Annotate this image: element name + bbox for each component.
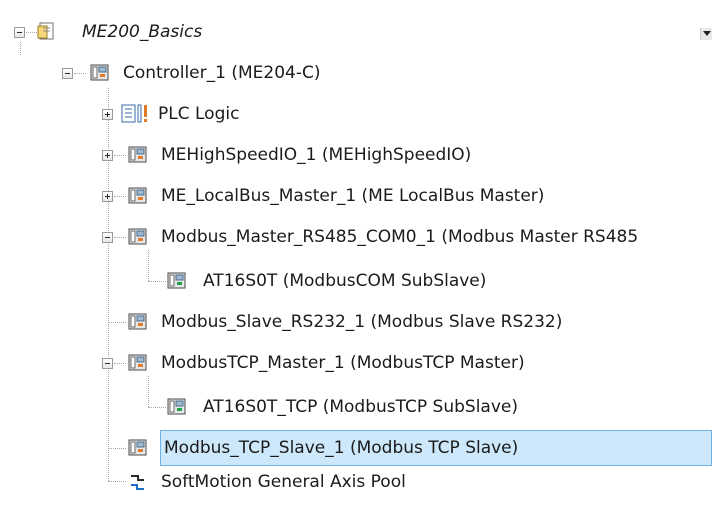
device-icon <box>128 227 147 246</box>
tree-item-label: ME200_Basics <box>82 22 203 42</box>
expand-icon[interactable] <box>102 191 113 202</box>
tree-item-me200-basics[interactable]: ME200_Basics <box>0 14 712 50</box>
tree-line <box>114 196 126 197</box>
collapse-icon[interactable] <box>14 27 25 38</box>
tree-line <box>114 237 126 238</box>
tree-item-at16s0t-tcp[interactable]: AT16S0T_TCP (ModbusTCP SubSlave) <box>0 389 712 425</box>
tree-item-controller[interactable]: Controller_1 (ME204-C) <box>0 55 712 91</box>
tree-item-label: MEHighSpeedIO_1 (MEHighSpeedIO) <box>161 145 472 165</box>
device-icon <box>128 312 147 331</box>
tree-line <box>108 322 126 323</box>
controller-icon <box>90 63 109 82</box>
tree-item-mehighspeedio[interactable]: MEHighSpeedIO_1 (MEHighSpeedIO) <box>0 137 712 173</box>
expand-icon[interactable] <box>102 109 113 120</box>
device-icon <box>128 353 147 372</box>
plc-logic-icon <box>121 104 147 123</box>
collapse-icon[interactable] <box>62 68 73 79</box>
tree-line <box>148 407 166 408</box>
tree-item-label: Controller_1 (ME204-C) <box>123 63 321 83</box>
expand-icon[interactable] <box>102 150 113 161</box>
tree-item-label: SoftMotion General Axis Pool <box>161 472 406 492</box>
tree-item-label: Modbus_Master_RS485_COM0_1 (Modbus Maste… <box>161 227 639 247</box>
tree-line <box>108 448 126 449</box>
tree-item-modbus-slave-rs232[interactable]: Modbus_Slave_RS232_1 (Modbus Slave RS232… <box>0 304 712 340</box>
tree-line <box>114 155 126 156</box>
tree-line <box>26 32 37 33</box>
tree-item-label: Modbus_Slave_RS232_1 (Modbus Slave RS232… <box>161 312 563 332</box>
axis-pool-icon <box>128 473 147 492</box>
tree-item-label-selected: Modbus_TCP_Slave_1 (Modbus TCP Slave) <box>160 430 712 466</box>
tree-item-label: AT16S0T (ModbusCOM SubSlave) <box>203 271 487 291</box>
tree-line <box>74 73 86 74</box>
tree-item-softmotion-axis-pool[interactable]: SoftMotion General Axis Pool <box>0 471 712 507</box>
tree-item-label: PLC Logic <box>158 104 240 124</box>
device-icon <box>167 397 186 416</box>
tree-item-label: ModbusTCP_Master_1 (ModbusTCP Master) <box>161 353 525 373</box>
device-icon <box>128 438 147 457</box>
tree-item-modbus-tcp-slave[interactable]: Modbus_TCP_Slave_1 (Modbus TCP Slave) <box>0 430 712 466</box>
tree-item-label: ME_LocalBus_Master_1 (ME LocalBus Master… <box>161 186 545 206</box>
tree-item-label: AT16S0T_TCP (ModbusTCP SubSlave) <box>203 397 518 417</box>
device-icon <box>128 145 147 164</box>
tree-item-at16s0t[interactable]: AT16S0T (ModbusCOM SubSlave) <box>0 263 712 299</box>
tree-line <box>148 281 166 282</box>
device-icon <box>128 186 147 205</box>
tree-line <box>108 481 126 482</box>
tree-item-plc-logic[interactable]: PLC Logic <box>0 96 712 132</box>
tree-line <box>114 363 126 364</box>
tree-item-modbustcp-master[interactable]: ModbusTCP_Master_1 (ModbusTCP Master) <box>0 345 712 381</box>
device-icon <box>167 271 186 290</box>
collapse-icon[interactable] <box>102 232 113 243</box>
tree-item-me-localbus-master[interactable]: ME_LocalBus_Master_1 (ME LocalBus Master… <box>0 178 712 214</box>
collapse-icon[interactable] <box>102 358 113 369</box>
project-icon <box>37 22 56 41</box>
device-tree: ME200_Basics Controller_1 (ME204-C) PLC … <box>0 0 712 499</box>
tree-item-modbus-master-rs485[interactable]: Modbus_Master_RS485_COM0_1 (Modbus Maste… <box>0 219 712 255</box>
